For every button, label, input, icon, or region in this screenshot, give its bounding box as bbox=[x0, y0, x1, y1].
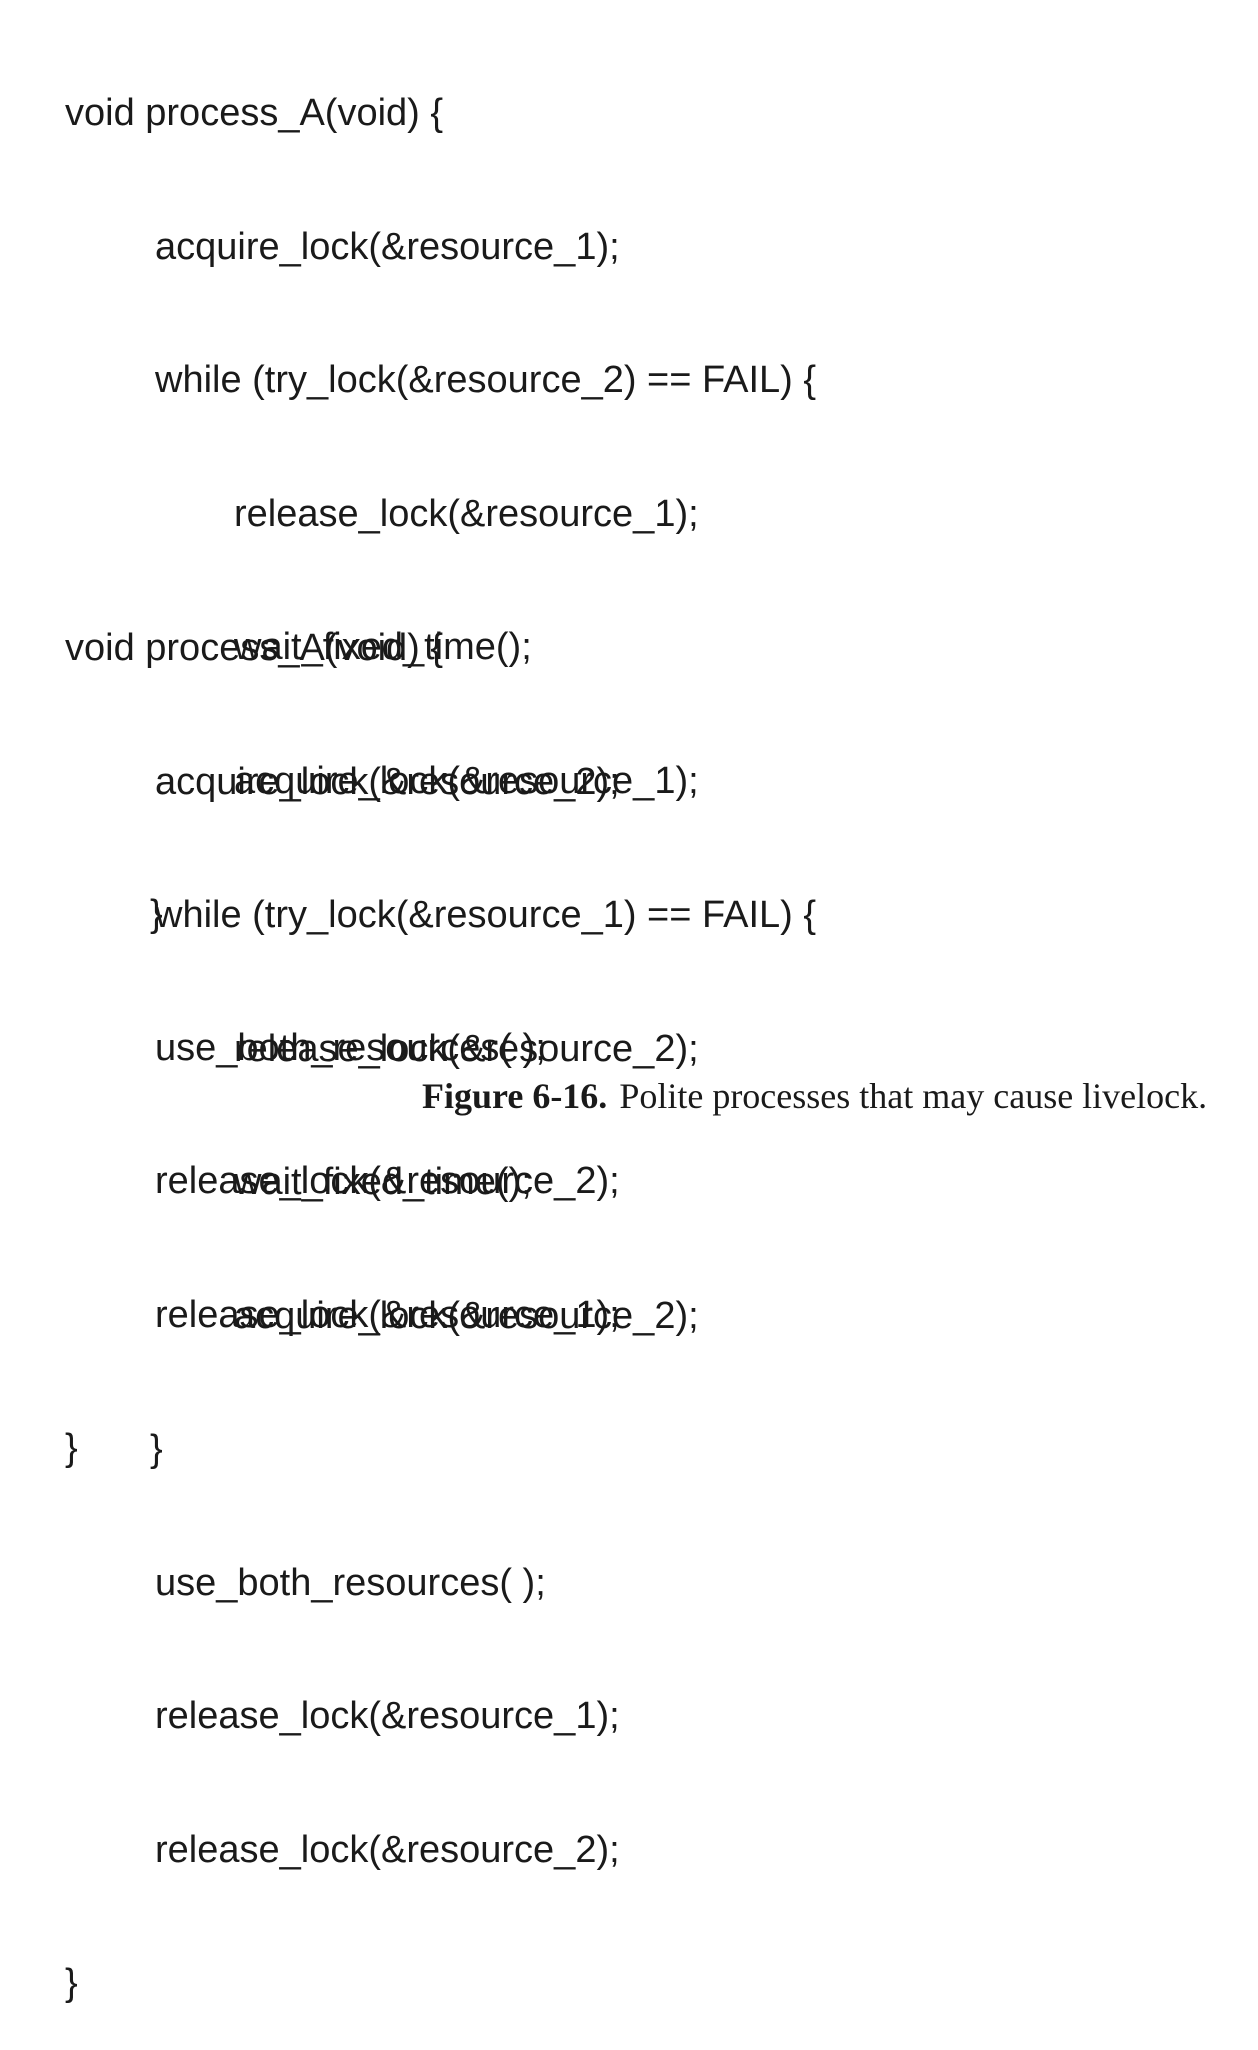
figure-caption-text: Polite processes that may cause livelock… bbox=[619, 1076, 1208, 1116]
figure-label: Figure 6-16. bbox=[422, 1076, 608, 1116]
code-line: wait_fixed_time(); bbox=[234, 1161, 532, 1203]
code-line: release_lock(&resource_2); bbox=[155, 1828, 620, 1871]
code-line: release_lock(&resource_1); bbox=[155, 1695, 620, 1737]
code-line: release_lock(&resource_1); bbox=[234, 492, 699, 535]
code-line: void process_A(void) { bbox=[65, 627, 444, 669]
code-line: acquire_lock(&resource_1); bbox=[155, 225, 620, 268]
code-block-2: void process_A(void) { acquire_lock(&res… bbox=[0, 537, 1000, 2050]
code-line: use_both_resources( ); bbox=[155, 1561, 546, 1604]
code-line: } bbox=[65, 1962, 78, 2004]
figure-caption: Figure 6-16. Polite processes that may ca… bbox=[422, 1074, 1207, 1118]
code-line: acquire_lock(&resource_2); bbox=[234, 1294, 699, 1337]
code-line: } bbox=[150, 1428, 163, 1470]
code-line: acquire_lock(&resource_2); bbox=[155, 760, 620, 803]
code-line: while (try_lock(&resource_1) == FAIL) { bbox=[155, 894, 817, 936]
code-line: void process_A(void) { bbox=[65, 92, 444, 134]
code-line: release_lock(&resource_2); bbox=[234, 1027, 699, 1070]
code-line: while (try_lock(&resource_2) == FAIL) { bbox=[155, 359, 817, 401]
